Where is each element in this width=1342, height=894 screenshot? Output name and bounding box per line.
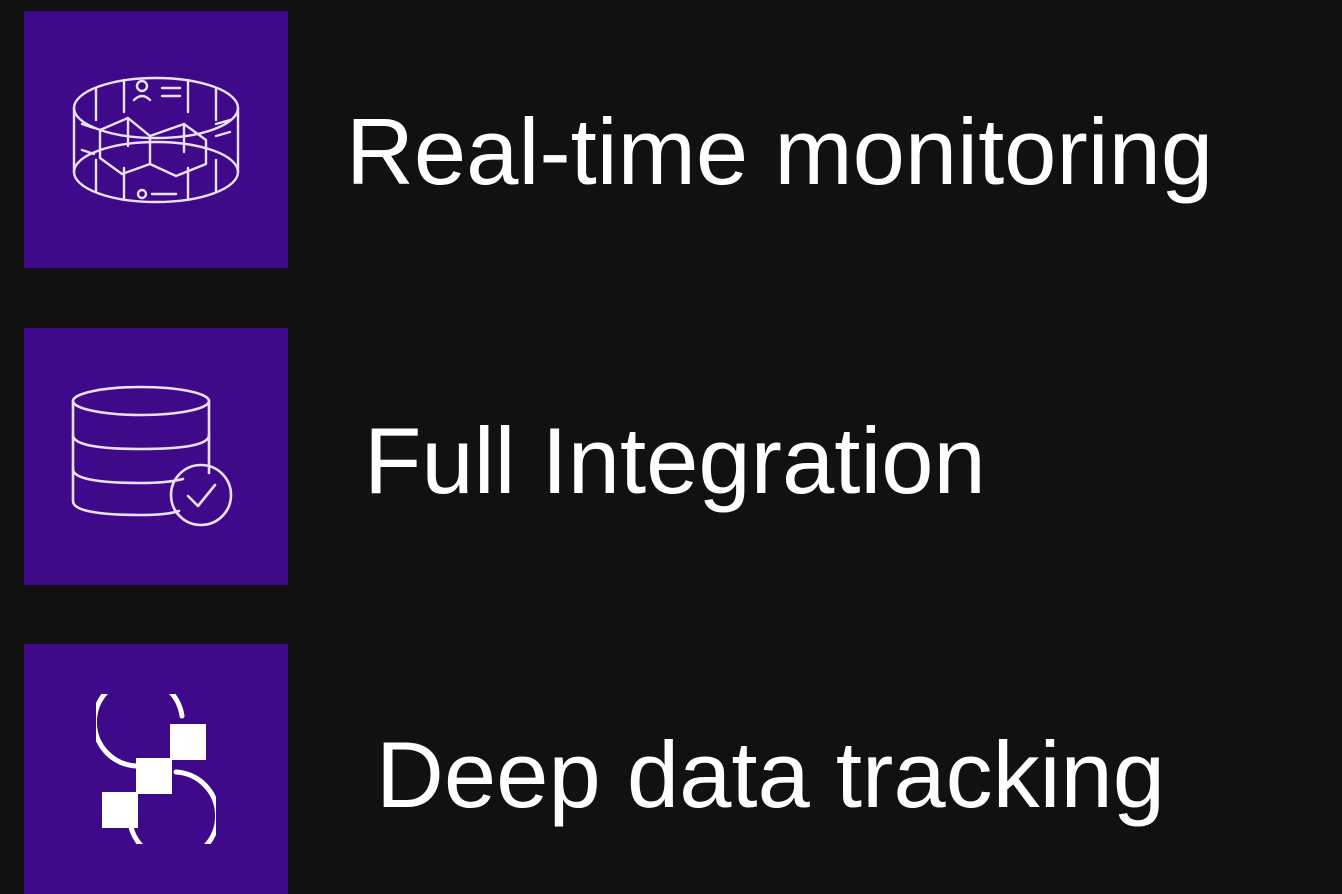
feature-label: Real-time monitoring bbox=[346, 99, 1214, 204]
monitoring-tile bbox=[24, 11, 288, 268]
feature-label: Deep data tracking bbox=[376, 722, 1166, 827]
feature-deep-data-tracking: Deep data tracking bbox=[0, 644, 1342, 894]
tracking-tile bbox=[24, 644, 288, 894]
monitoring-ring-icon bbox=[66, 60, 246, 220]
data-tracking-s-icon bbox=[96, 694, 216, 844]
feature-label: Full Integration bbox=[364, 408, 986, 513]
database-check-icon bbox=[71, 377, 241, 537]
feature-full-integration: Full Integration bbox=[0, 328, 1342, 585]
feature-real-time-monitoring: Real-time monitoring bbox=[0, 11, 1342, 268]
integration-tile bbox=[24, 328, 288, 585]
